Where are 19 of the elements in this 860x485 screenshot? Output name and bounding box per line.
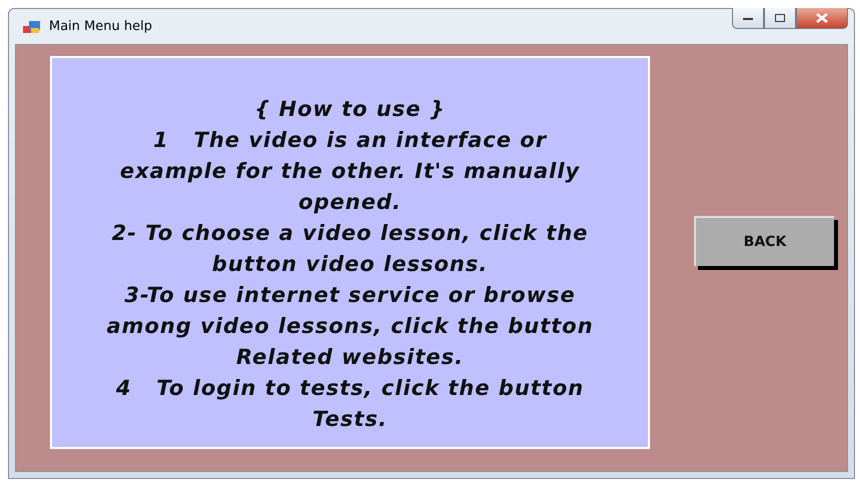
- help-text-line: 3-To use internet service or browse: [124, 282, 576, 309]
- help-text-line: button video lessons.: [212, 251, 488, 278]
- close-icon: [816, 13, 828, 23]
- help-text-line: Tests.: [312, 406, 388, 433]
- help-text-line: Related websites.: [236, 344, 464, 371]
- minimize-button[interactable]: [732, 8, 764, 29]
- help-text-line: among video lessons, click the button: [106, 313, 594, 340]
- app-icon: [23, 20, 41, 34]
- help-text-line: example for the other. It's manually: [120, 158, 580, 185]
- window-title: Main Menu help: [49, 19, 154, 34]
- maximize-button[interactable]: [764, 8, 796, 29]
- help-text-line: { How to use }: [254, 96, 446, 123]
- minimize-icon: [743, 16, 753, 20]
- help-text-line: 1 The video is an interface or: [153, 127, 547, 154]
- help-text-line: opened.: [298, 189, 402, 216]
- help-text-line: 4 To login to tests, click the button: [116, 375, 584, 402]
- help-text-line: 2- To choose a video lesson, click the: [112, 220, 588, 247]
- maximize-icon: [775, 14, 785, 22]
- close-button[interactable]: [796, 8, 848, 29]
